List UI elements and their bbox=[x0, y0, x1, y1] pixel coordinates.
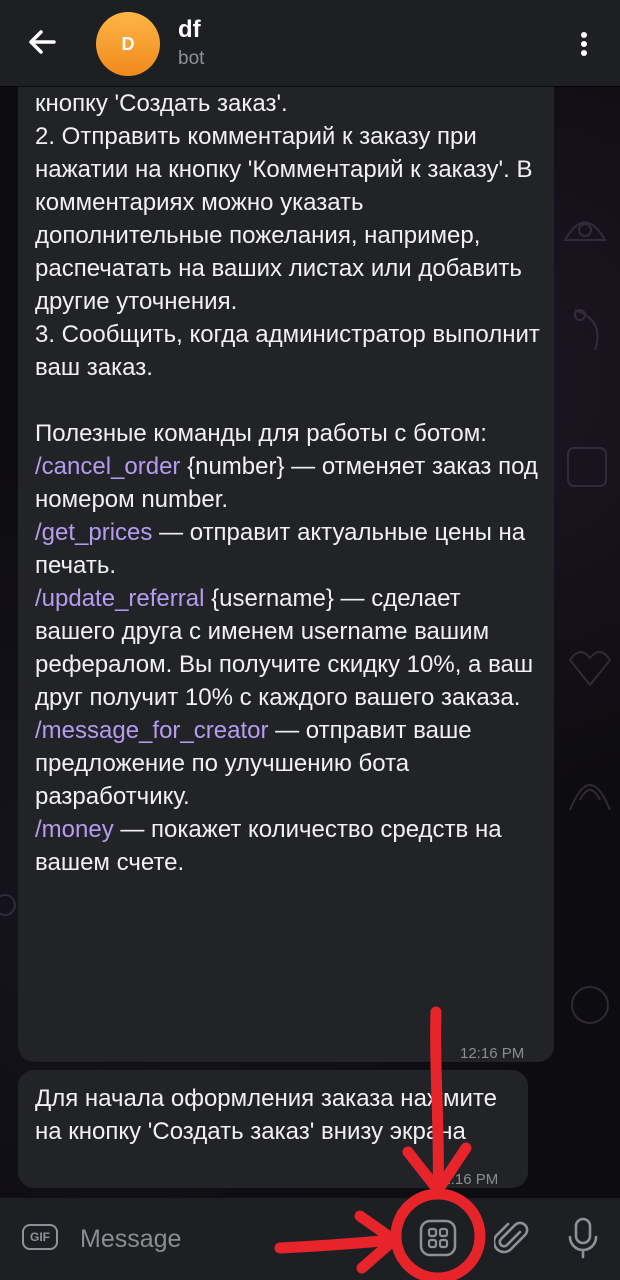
bot-command-link[interactable]: /money bbox=[35, 816, 114, 843]
doodle-icon bbox=[574, 309, 599, 351]
message-text-fragment: Полезные команды для работы с ботом: bbox=[35, 420, 487, 447]
microphone-icon[interactable] bbox=[566, 1216, 600, 1260]
message-line: /message_for_creator — отправит ваше пре… bbox=[35, 714, 545, 813]
message-line bbox=[35, 384, 545, 417]
avatar-letter: D bbox=[121, 33, 135, 54]
message-line: кнопку 'Создать заказ'. bbox=[35, 87, 545, 120]
message-text-fragment: кнопку 'Создать заказ'. bbox=[35, 90, 288, 117]
message-line: 2. Отправить комментарий к заказу при на… bbox=[35, 120, 545, 318]
message-line: 3. Сообщить, когда администратор выполни… bbox=[35, 318, 545, 384]
chat-header: D df bot bbox=[0, 0, 620, 86]
message-line: /update_referral {username} — сделает ва… bbox=[35, 582, 545, 714]
message-text: кнопку 'Создать заказ'. 2. Отправить комм… bbox=[35, 87, 545, 879]
message-text: Для начала оформления заказа нажмите на … bbox=[35, 1085, 504, 1145]
doodle-icon bbox=[563, 221, 607, 241]
message-text-fragment: 2. Отправить комментарий к заказу при на… bbox=[35, 123, 540, 315]
doodle-icon bbox=[568, 651, 612, 687]
bot-command-link[interactable]: /message_for_creator bbox=[35, 717, 268, 744]
message-line: /get_prices — отправит актуальные цены н… bbox=[35, 516, 545, 582]
bot-command-link[interactable]: /get_prices bbox=[35, 519, 152, 546]
message-line: /money — покажет количество средств на в… bbox=[35, 813, 545, 879]
message-time: 12:16 PM bbox=[434, 1171, 499, 1188]
gif-label: GIF bbox=[30, 1230, 50, 1244]
doodle-icon bbox=[571, 986, 609, 1024]
doodle-icon bbox=[569, 784, 611, 811]
back-arrow-icon[interactable] bbox=[22, 22, 62, 62]
bot-command-link[interactable]: /update_referral bbox=[35, 585, 204, 612]
message-bubble[interactable]: кнопку 'Создать заказ'. 2. Отправить комм… bbox=[18, 60, 554, 1062]
message-bubble[interactable]: Для начала оформления заказа нажмите на … bbox=[18, 1070, 528, 1188]
bot-command-link[interactable]: /cancel_order bbox=[35, 453, 180, 480]
paperclip-icon[interactable] bbox=[494, 1218, 530, 1258]
message-input[interactable] bbox=[78, 1218, 382, 1260]
more-vert-icon[interactable] bbox=[570, 26, 598, 62]
chat-title[interactable]: df bbox=[178, 16, 201, 44]
gif-icon[interactable]: GIF bbox=[22, 1224, 58, 1250]
avatar[interactable]: D bbox=[96, 12, 160, 76]
message-text-fragment: 3. Сообщить, когда администратор выполни… bbox=[35, 321, 547, 381]
message-time: 12:16 PM bbox=[460, 1045, 525, 1062]
chat-subtitle: bot bbox=[178, 48, 205, 69]
doodle-icon bbox=[0, 894, 16, 916]
message-line: Полезные команды для работы с ботом: bbox=[35, 417, 545, 450]
doodle-icon bbox=[567, 447, 607, 487]
message-line: /cancel_order {number} — отменяет заказ … bbox=[35, 450, 545, 516]
message-input-bar: GIF bbox=[0, 1198, 620, 1280]
bot-menu-icon[interactable] bbox=[418, 1218, 458, 1258]
